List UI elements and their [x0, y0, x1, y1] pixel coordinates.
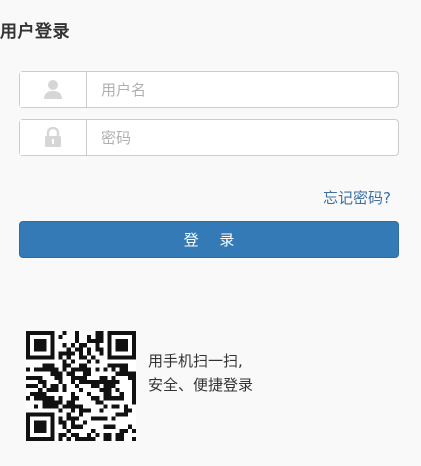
lock-icon	[20, 120, 87, 155]
qr-code-icon	[26, 331, 136, 441]
qr-caption-line2: 安全、便捷登录	[148, 376, 254, 394]
password-input-group	[19, 119, 399, 156]
qr-caption: 用手机扫一扫, 安全、便捷登录	[148, 349, 253, 397]
username-input-group	[19, 71, 399, 108]
page-title: 用户登录	[0, 22, 70, 42]
username-input[interactable]	[87, 72, 398, 107]
login-button[interactable]: 登 录	[19, 221, 399, 258]
forgot-password-link[interactable]: 忘记密码?	[323, 187, 391, 208]
login-page: 用户登录 忘记密码? 登 录 用手机扫一扫, 安全、便捷登录	[0, 0, 421, 466]
qr-caption-line1: 用手机扫一扫,	[148, 352, 243, 370]
password-input[interactable]	[87, 120, 398, 155]
user-icon	[20, 72, 87, 107]
